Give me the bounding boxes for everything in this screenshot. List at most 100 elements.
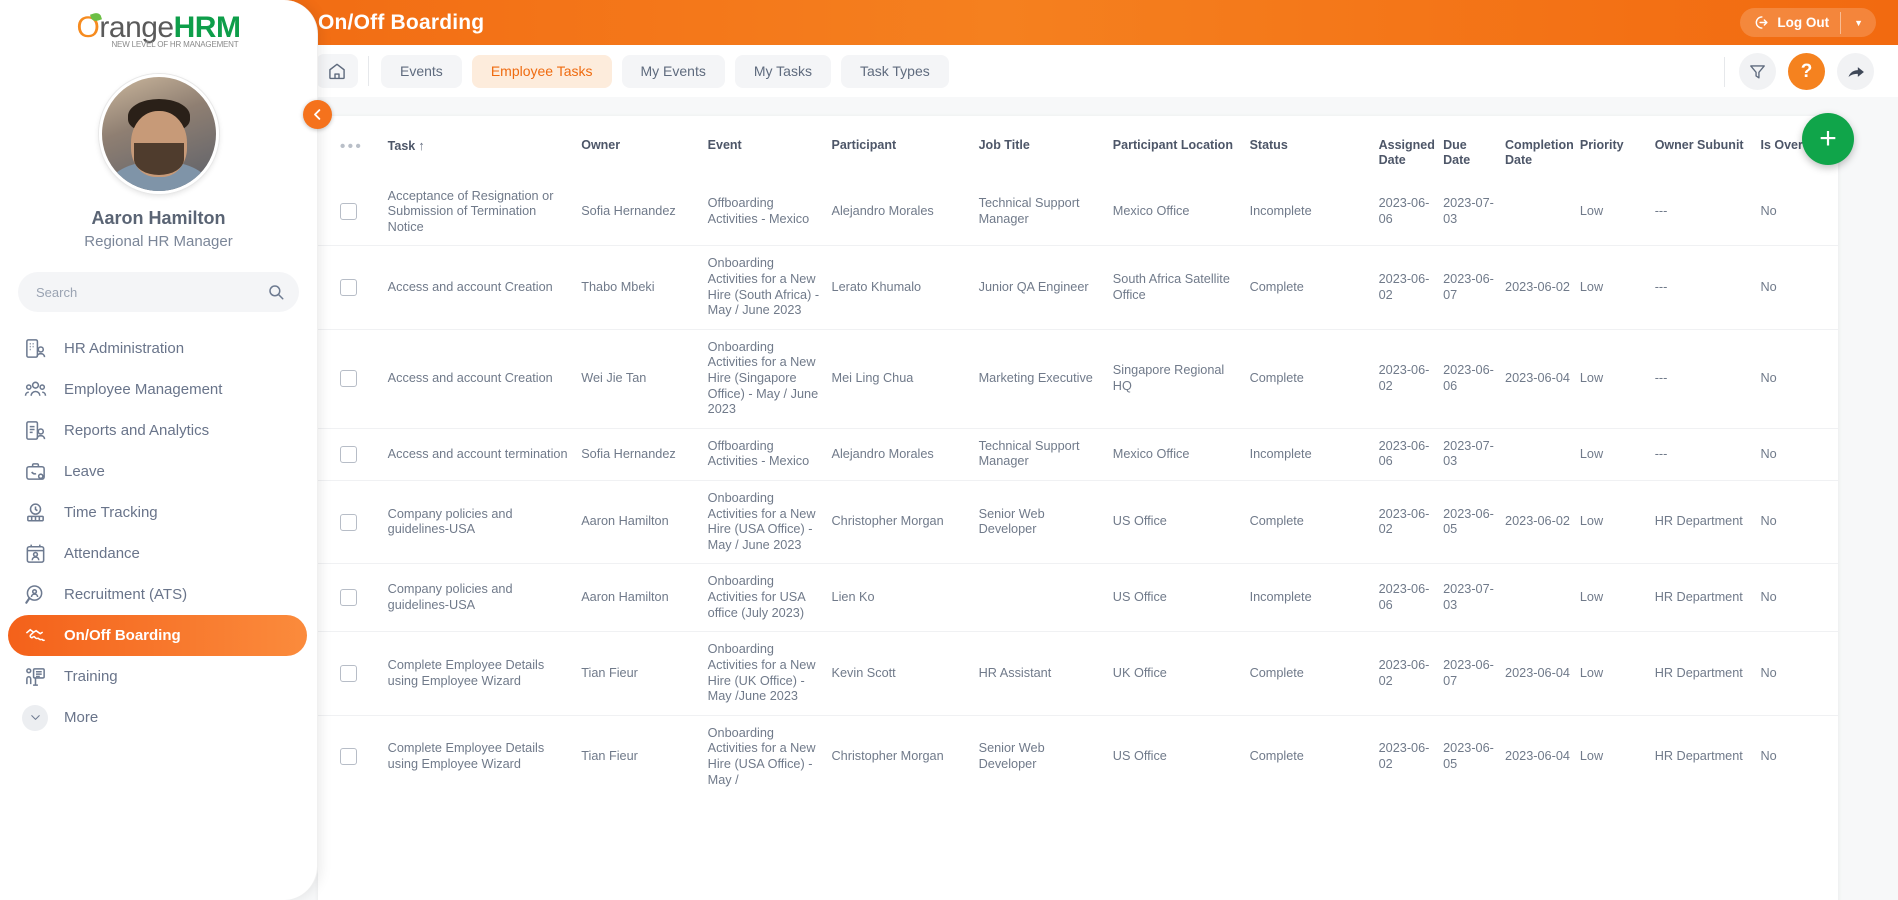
row-cell-priority: Low xyxy=(1579,714,1655,799)
sidebar-item-training[interactable]: Training xyxy=(0,656,317,697)
row-checkbox[interactable] xyxy=(340,370,357,388)
more-options-icon[interactable]: ••• xyxy=(340,138,363,155)
row-cell-participant: Christopher Morgan xyxy=(831,480,979,564)
sidebar-nav: HR Administration Employee Management Re… xyxy=(0,328,317,738)
column-header-status[interactable]: Status xyxy=(1250,116,1379,179)
row-checkbox[interactable] xyxy=(340,665,357,683)
sidebar-item-label: Attendance xyxy=(64,545,140,562)
table-row[interactable]: Company policies and guidelines-USA Aaron… xyxy=(318,563,1838,632)
column-header-completion-date[interactable]: Completion Date xyxy=(1505,116,1580,179)
column-label: Participant Location xyxy=(1112,138,1233,152)
column-header-participant-location[interactable]: Participant Location xyxy=(1113,116,1250,179)
sidebar-item-hr-administration[interactable]: HR Administration xyxy=(0,328,317,369)
row-checkbox[interactable] xyxy=(340,445,357,463)
row-checkbox[interactable] xyxy=(340,279,357,297)
row-select-cell[interactable] xyxy=(318,563,388,632)
table-row[interactable]: Company policies and guidelines-USA Aaron… xyxy=(318,480,1838,564)
row-cell-priority: Low xyxy=(1579,245,1655,330)
share-button[interactable] xyxy=(1837,53,1874,90)
row-cell-owner-subunit: --- xyxy=(1654,245,1761,330)
row-cell-completion-date: 2023-06-04 xyxy=(1505,328,1580,429)
column-header-owner-subunit[interactable]: Owner Subunit xyxy=(1655,116,1761,179)
main-content: ••• Task ↑ Owner Event Participant Job Ti… xyxy=(262,97,1898,900)
row-cell-is-overdue: No xyxy=(1760,427,1838,481)
column-header-participant[interactable]: Participant xyxy=(832,116,979,179)
logout-dropdown-caret[interactable]: ▼ xyxy=(1841,18,1876,28)
row-checkbox[interactable] xyxy=(340,203,357,221)
row-checkbox[interactable] xyxy=(340,589,357,607)
avatar[interactable] xyxy=(98,74,219,194)
column-header-task[interactable]: Task ↑ xyxy=(388,116,582,179)
filter-button[interactable] xyxy=(1739,53,1776,90)
row-cell-job-title: HR Assistant xyxy=(978,631,1113,716)
sidebar-item-recruitment-ats[interactable]: Recruitment (ATS) xyxy=(0,574,317,615)
logout-button[interactable]: Log Out ▼ xyxy=(1740,8,1876,37)
page-title: On/Off Boarding xyxy=(318,10,485,34)
search-box[interactable] xyxy=(18,272,299,312)
row-select-cell[interactable] xyxy=(318,245,388,330)
table-row[interactable]: Acceptance of Resignation or Submission … xyxy=(318,179,1838,246)
row-cell-owner: Sofia Hernandez xyxy=(581,204,676,219)
column-label: Assigned Date xyxy=(1378,138,1435,168)
row-checkbox[interactable] xyxy=(340,748,357,766)
employee-tasks-card: ••• Task ↑ Owner Event Participant Job Ti… xyxy=(318,116,1838,900)
tab-employee-tasks[interactable]: Employee Tasks xyxy=(471,54,612,88)
search-input[interactable] xyxy=(36,284,267,300)
row-cell-participant: Mei Ling Chua xyxy=(831,328,979,429)
tab-my-events[interactable]: My Events xyxy=(621,54,725,88)
table-row[interactable]: Access and account termination Sofia Hern… xyxy=(318,427,1838,481)
sidebar-item-employee-management[interactable]: Employee Management xyxy=(0,369,317,410)
row-options-header[interactable]: ••• xyxy=(318,116,388,179)
row-cell-task: Access and account Creation xyxy=(387,328,582,429)
toolbar-separator xyxy=(1724,56,1725,87)
user-name: Aaron Hamilton xyxy=(91,208,226,228)
row-cell-participant: Kevin Scott xyxy=(831,631,979,716)
row-cell-is-overdue: No xyxy=(1760,480,1838,564)
sidebar-item-more[interactable]: More xyxy=(0,697,317,738)
sidebar-item-attendance[interactable]: Attendance xyxy=(0,533,317,574)
sidebar-collapse-button[interactable] xyxy=(303,100,332,129)
tab-bar: Events Employee Tasks My Events My Tasks… xyxy=(262,45,1898,97)
row-select-cell[interactable] xyxy=(318,427,388,481)
row-checkbox[interactable] xyxy=(340,513,357,531)
column-header-event[interactable]: Event xyxy=(708,116,832,179)
search-icon[interactable] xyxy=(267,283,285,301)
tab-events[interactable]: Events xyxy=(381,54,462,88)
add-task-button[interactable]: + xyxy=(1802,113,1854,165)
row-cell-event: Onboarding Activities for a New Hire (So… xyxy=(707,245,832,330)
row-select-cell[interactable] xyxy=(318,714,388,799)
help-icon: ? xyxy=(1800,60,1813,82)
home-icon xyxy=(329,63,345,80)
sidebar-item-reports-and-analytics[interactable]: Reports and Analytics xyxy=(0,410,317,451)
table-row[interactable]: Access and account Creation Thabo Mbeki On… xyxy=(318,245,1838,330)
table-row[interactable]: Access and account Creation Wei Jie Tan On… xyxy=(318,328,1838,429)
table-row[interactable]: Complete Employee Details using Employee… xyxy=(318,631,1838,716)
row-select-cell[interactable] xyxy=(318,631,388,716)
help-button[interactable]: ? xyxy=(1788,53,1825,90)
home-button[interactable] xyxy=(316,54,358,88)
table-row[interactable]: Complete Employee Details using Employee… xyxy=(318,714,1838,799)
row-cell-due-date: 2023-06-07 xyxy=(1443,631,1506,716)
row-cell-due-date: 2023-07-03 xyxy=(1443,427,1506,481)
filter-icon xyxy=(1750,65,1765,79)
row-select-cell[interactable] xyxy=(318,328,388,429)
column-header-assigned-date[interactable]: Assigned Date xyxy=(1379,116,1444,179)
column-header-job-title[interactable]: Job Title xyxy=(979,116,1113,179)
column-label: Priority xyxy=(1579,138,1624,152)
tab-my-tasks[interactable]: My Tasks xyxy=(734,54,831,88)
row-select-cell[interactable] xyxy=(318,179,388,246)
row-cell-priority: Low xyxy=(1579,631,1655,716)
column-header-due-date[interactable]: Due Date xyxy=(1443,116,1505,179)
orangehrm-logo[interactable]: OrangeHRM NEW LEVEL OF HR MANAGEMENT xyxy=(0,0,317,56)
sidebar-item-leave[interactable]: Leave xyxy=(0,451,317,492)
row-select-cell[interactable] xyxy=(318,480,388,564)
column-header-owner[interactable]: Owner xyxy=(581,116,707,179)
logout-label: Log Out xyxy=(1777,15,1830,30)
column-header-priority[interactable]: Priority xyxy=(1580,116,1655,179)
row-cell-owner-subunit: --- xyxy=(1654,204,1668,219)
tab-task-types[interactable]: Task Types xyxy=(840,54,949,88)
sidebar-item-on-off-boarding[interactable]: On/Off Boarding xyxy=(8,615,307,656)
table-body: Acceptance of Resignation or Submission … xyxy=(318,179,1838,799)
row-cell-owner: Tian Fieur xyxy=(581,714,708,799)
sidebar-item-time-tracking[interactable]: Time Tracking xyxy=(0,492,317,533)
